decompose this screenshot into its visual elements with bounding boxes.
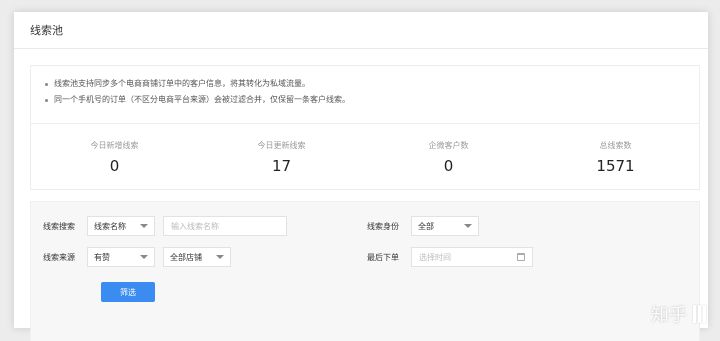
watermark-bars-icon — [691, 305, 706, 323]
stat-label: 今日新增线索 — [90, 141, 139, 150]
stat-value: 17 — [271, 157, 292, 175]
notice-text: 线索池支持同步多个电商商铺订单中的客户信息，将其转化为私域流量。 — [54, 79, 310, 88]
stat-label: 今日更新线索 — [257, 141, 306, 150]
notice-item: 线索池支持同步多个电商商铺订单中的客户信息，将其转化为私域流量。 — [45, 76, 685, 92]
chevron-down-icon — [140, 224, 148, 228]
stat-value: 0 — [443, 157, 454, 175]
filter-submit-button[interactable]: 筛选 — [101, 282, 155, 302]
source-value: 有赞 — [94, 252, 110, 262]
store-value: 全部店铺 — [170, 252, 202, 262]
identity-label: 线索身份 — [367, 221, 399, 231]
chevron-down-icon — [464, 224, 472, 228]
chevron-down-icon — [216, 255, 224, 259]
notice-item: 同一个手机号的订单（不区分电商平台来源）会被过滤合并，仅保留一条客户线索。 — [45, 92, 685, 108]
stat-today-updated: 今日更新线索 17 — [198, 124, 365, 189]
identity-select[interactable]: 全部 — [411, 216, 479, 236]
search-label: 线索搜索 — [43, 221, 75, 231]
store-select[interactable]: 全部店铺 — [163, 247, 231, 267]
filter-row-last-order: 最后下单 选择时间 — [367, 247, 533, 267]
stat-value: 0 — [109, 157, 120, 175]
stat-label: 企微客户数 — [428, 141, 469, 150]
source-label: 线索来源 — [43, 252, 75, 262]
notice-text: 同一个手机号的订单（不区分电商平台来源）会被过滤合并，仅保留一条客户线索。 — [54, 95, 350, 104]
source-select[interactable]: 有赞 — [87, 247, 155, 267]
page-title: 线索池 — [14, 12, 708, 49]
search-input-placeholder: 输入线索名称 — [171, 221, 219, 231]
filter-submit-label: 筛选 — [120, 287, 136, 297]
page-title-text: 线索池 — [30, 24, 63, 37]
last-order-date-picker[interactable]: 选择时间 — [411, 247, 533, 267]
search-input[interactable]: 输入线索名称 — [163, 216, 287, 236]
notice-box: 线索池支持同步多个电商商铺订单中的客户信息，将其转化为私域流量。 同一个手机号的… — [30, 65, 700, 123]
chevron-down-icon — [140, 255, 148, 259]
stat-total: 总线索数 1571 — [532, 124, 699, 189]
zhihu-watermark: 知乎 — [651, 301, 706, 327]
identity-value: 全部 — [418, 221, 434, 231]
filter-row-identity: 线索身份 全部 — [367, 216, 479, 236]
stat-wecom-customers: 企微客户数 0 — [365, 124, 532, 189]
stat-label: 总线索数 — [599, 141, 632, 150]
filter-panel: 线索搜索 线索名称 输入线索名称 线索身份 全部 线索来源 有赞 全部店铺 最后… — [30, 201, 700, 341]
stats-panel: 今日新增线索 0 今日更新线索 17 企微客户数 0 总线索数 1571 — [30, 123, 700, 190]
filter-row-search: 线索搜索 线索名称 输入线索名称 — [43, 216, 287, 236]
bullet-icon — [45, 98, 48, 102]
clue-pool-card: 线索池 线索池支持同步多个电商商铺订单中的客户信息，将其转化为私域流量。 同一个… — [14, 12, 708, 341]
filter-row-source: 线索来源 有赞 全部店铺 — [43, 247, 231, 267]
search-field-select[interactable]: 线索名称 — [87, 216, 155, 236]
calendar-icon — [517, 253, 525, 261]
last-order-label: 最后下单 — [367, 252, 399, 262]
date-placeholder: 选择时间 — [419, 252, 451, 262]
bullet-icon — [45, 82, 48, 86]
stat-value: 1571 — [596, 157, 635, 175]
watermark-text: 知乎 — [651, 305, 687, 326]
search-field-value: 线索名称 — [94, 221, 126, 231]
stat-today-new: 今日新增线索 0 — [31, 124, 198, 189]
